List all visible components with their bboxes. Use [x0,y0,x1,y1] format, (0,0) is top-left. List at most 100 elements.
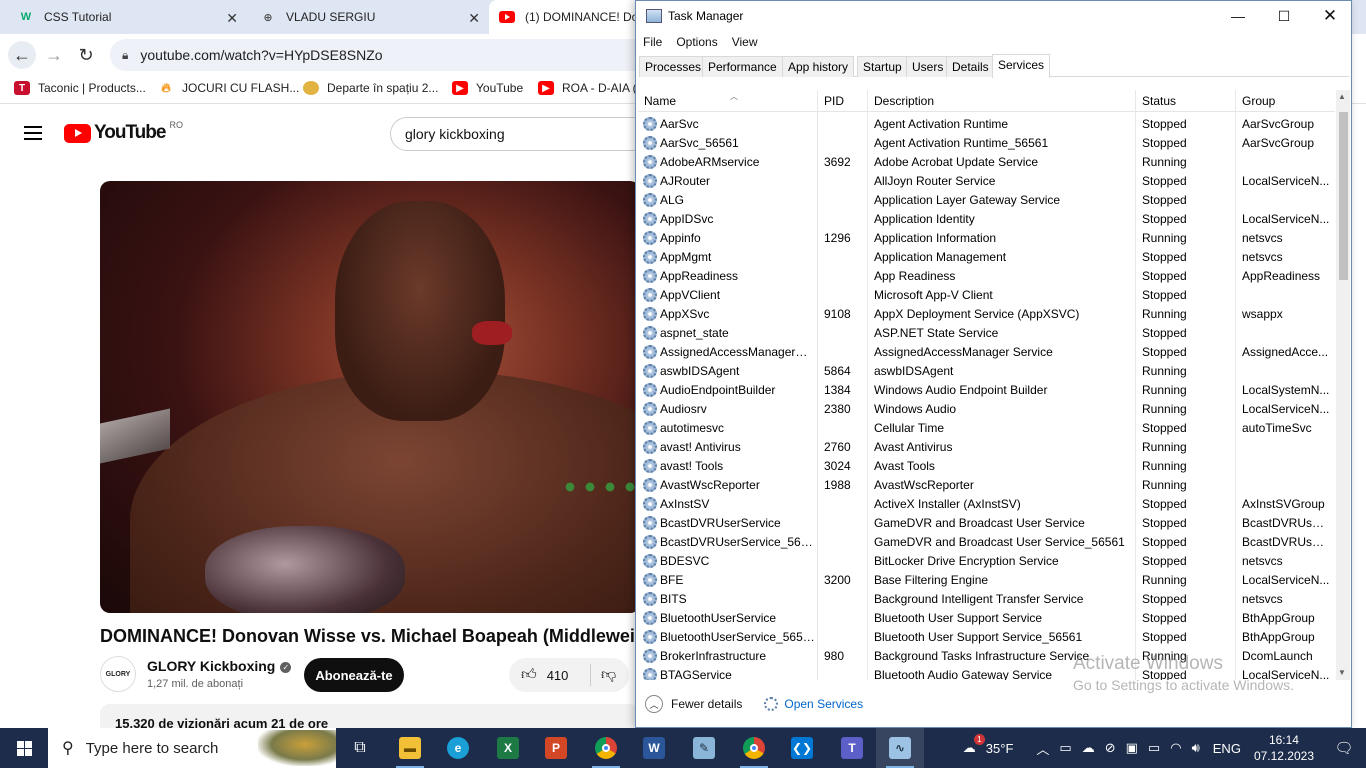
scrollbar-thumb[interactable] [1339,112,1348,280]
tab-services[interactable]: Services [992,54,1051,78]
channel-name[interactable]: GLORY Kickboxing ✓ [147,658,292,674]
table-row[interactable]: AdobeARMservice 3692 Adobe Acrobat Update … [638,153,1335,172]
table-row[interactable]: AppReadiness App Readiness Stopped AppReadi… [638,267,1335,286]
hamburger-menu-icon[interactable] [24,126,42,140]
battery-icon[interactable]: ▭ [1148,740,1160,756]
scroll-up-icon[interactable]: ▲ [1338,92,1346,101]
bookmark-jocuri[interactable]: 🔥︎ JOCURI CU FLASH... [158,80,299,95]
table-row[interactable]: aspnet_state ASP.NET State Service Stopped [638,324,1335,343]
table-row[interactable]: autotimesvc Cellular Time Stopped autoTimeS… [638,419,1335,438]
vertical-scrollbar[interactable]: ▲ ▼ [1336,90,1350,680]
table-row[interactable]: BluetoothUserService_56561 Bluetooth User… [638,628,1335,647]
column-header-description[interactable]: Description [874,94,934,108]
bookmark-roa[interactable]: ▶ ROA - D-AIA ( [538,81,637,95]
table-row[interactable]: AvastWscReporter 1988 AvastWscReporter Runn… [638,476,1335,495]
table-row[interactable]: ALG Application Layer Gateway Service Stop… [638,191,1335,210]
open-services-link[interactable]: Open Services [764,697,863,711]
table-row[interactable]: AppXSvc 9108 AppX Deployment Service (AppX… [638,305,1335,324]
table-row[interactable]: BrokerInfrastructure 980 Background Tasks … [638,647,1335,666]
close-button[interactable]: ✕ [1307,1,1351,31]
table-row[interactable]: Audiosrv 2380 Windows Audio Running LocalSer… [638,400,1335,419]
powerpoint-icon[interactable]: P [532,728,580,768]
table-row[interactable]: avast! Tools 3024 Avast Tools Running [638,457,1335,476]
vscode-icon[interactable]: ❮❯ [778,728,826,768]
language-indicator[interactable]: ENG [1213,741,1241,756]
browser-tab-vladu-sergiu[interactable]: ⊕ VLADU SERGIU ✕ [250,0,488,34]
menu-file[interactable]: File [643,35,662,49]
taskbar-search-box[interactable]: ⚲ Type here to search [48,728,336,768]
table-row[interactable]: Appinfo 1296 Application Information Runnin… [638,229,1335,248]
task-manager-titlebar[interactable]: Task Manager — ☐ ✕ [636,1,1351,31]
minimize-button[interactable]: — [1215,1,1261,31]
table-row[interactable]: avast! Antivirus 2760 Avast Antivirus Runni… [638,438,1335,457]
chrome-icon[interactable] [582,728,630,768]
menu-view[interactable]: View [732,35,758,49]
clock[interactable]: 16:14 07.12.2023 [1254,732,1314,764]
onedrive-icon[interactable]: ☁ [1082,740,1095,756]
wifi-icon[interactable]: ◠ [1170,740,1181,756]
excel-icon[interactable]: X [484,728,532,768]
bookmark-departe[interactable]: Departe în spațiu 2... [303,81,438,95]
table-row[interactable]: AudioEndpointBuilder 1384 Windows Audio En… [638,381,1335,400]
browser-tab-css-tutorial[interactable]: W CSS Tutorial ✕ [8,0,246,34]
table-row[interactable]: BTAGService Bluetooth Audio Gateway Servi… [638,666,1335,680]
tab-app-history[interactable]: App history [782,56,855,77]
table-row[interactable]: BcastDVRUserService_56561 GameDVR and Bro… [638,533,1335,552]
table-row[interactable]: AppIDSvc Application Identity Stopped Local… [638,210,1335,229]
back-icon[interactable]: ← [8,41,36,69]
table-row[interactable]: AppMgmt Application Management Stopped nets… [638,248,1335,267]
edge-icon[interactable]: e [434,728,482,768]
menu-options[interactable]: Options [676,35,717,49]
fewer-details-button[interactable]: ︿ Fewer details [645,695,742,713]
scroll-down-icon[interactable]: ▼ [1338,668,1346,677]
youtube-logo[interactable]: YouTube RO [64,120,183,144]
forward-icon[interactable]: → [40,41,68,69]
reload-icon[interactable]: ↻ [72,41,100,69]
column-header-name[interactable]: Name ︿ [644,92,738,108]
temperature[interactable]: 35°F [986,741,1014,756]
like-button[interactable]: 👍︎ 410 [509,664,591,686]
table-row[interactable]: BluetoothUserService Bluetooth User Suppo… [638,609,1335,628]
maximize-button[interactable]: ☐ [1261,1,1307,31]
close-tab-icon[interactable]: ✕ [468,10,480,27]
video-description[interactable]: 15.320 de vizionări acum 21 de ore [100,704,640,728]
video-player[interactable] [100,181,640,613]
table-row[interactable]: AppVClient Microsoft App-V Client Stopped [638,286,1335,305]
bookmark-taconic[interactable]: T Taconic | Products... [14,81,146,95]
weather-icon[interactable]: ☁ 1 [963,734,985,756]
tab-startup[interactable]: Startup [857,56,908,77]
chevron-up-icon[interactable]: ︿ [1036,739,1049,758]
subscribe-button[interactable]: Abonează-te [304,658,404,692]
volume-icon[interactable]: 🔊︎ [1192,740,1200,756]
bookmark-youtube[interactable]: ▶ YouTube [452,81,523,95]
camera-icon[interactable]: ▣ [1126,740,1138,756]
column-header-pid[interactable]: PID [824,94,844,108]
table-row[interactable]: AssignedAccessManagerSvc AssignedAccessMa… [638,343,1335,362]
close-tab-icon[interactable]: ✕ [226,10,238,27]
table-row[interactable]: AarSvc_56561 Agent Activation Runtime_565… [638,134,1335,153]
tab-users[interactable]: Users [906,56,950,77]
task-view-icon[interactable]: ⧉ [336,728,384,768]
address-bar[interactable]: 🔒︎ youtube.com/watch?v=HYpDSE8SNZo [110,39,670,71]
tab-processes[interactable]: Processes [639,56,708,77]
start-button[interactable] [0,728,48,768]
task-manager-taskbar-icon[interactable]: ∿ [876,728,924,768]
column-header-status[interactable]: Status [1142,94,1176,108]
table-row[interactable]: BcastDVRUserService GameDVR and Broadcast… [638,514,1335,533]
column-header-group[interactable]: Group [1242,94,1275,108]
file-explorer-icon[interactable]: ▬ [386,728,434,768]
channel-avatar[interactable]: GLORY [100,656,136,692]
table-row[interactable]: BFE 3200 Base Filtering Engine Running Local… [638,571,1335,590]
table-row[interactable]: AarSvc Agent Activation Runtime Stopped Aar… [638,115,1335,134]
table-row[interactable]: AJRouter AllJoyn Router Service Stopped Loc… [638,172,1335,191]
tab-details[interactable]: Details [946,56,995,77]
table-row[interactable]: BDESVC BitLocker Drive Encryption Service… [638,552,1335,571]
chrome-profile-icon[interactable] [730,728,778,768]
table-row[interactable]: aswbIDSAgent 5864 aswbIDSAgent Running [638,362,1335,381]
display-icon[interactable]: ▭ [1059,740,1071,756]
table-row[interactable]: AxInstSV ActiveX Installer (AxInstSV) Stop… [638,495,1335,514]
teams-icon[interactable]: T [828,728,876,768]
network-icon[interactable]: ⊘ [1105,740,1116,756]
notepad-icon[interactable]: ✎ [680,728,728,768]
notification-center-icon[interactable]: 🗨︎ [1328,739,1360,757]
